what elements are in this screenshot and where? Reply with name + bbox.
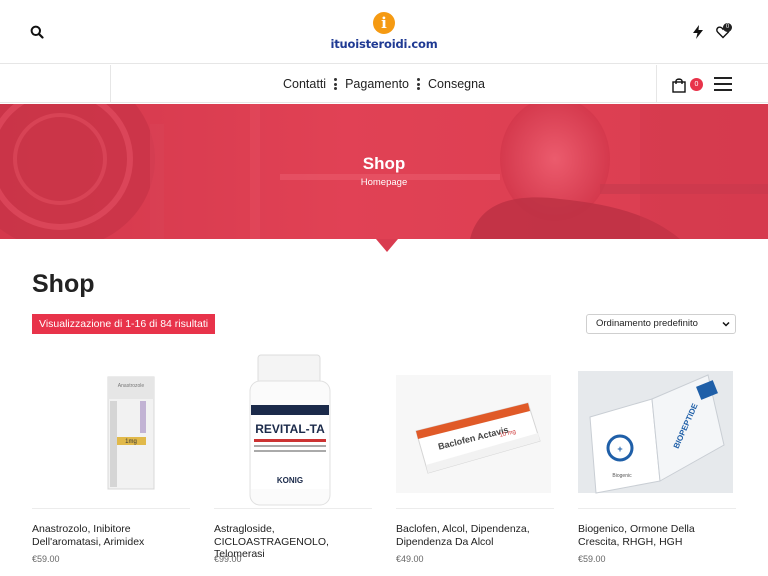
ordering-select[interactable]: Ordinamento predefinito bbox=[586, 314, 736, 334]
nav-item-contatti[interactable]: Contatti bbox=[283, 65, 326, 103]
bolt-icon[interactable] bbox=[692, 25, 704, 39]
nav-item-consegna[interactable]: Consegna bbox=[428, 65, 485, 103]
hero-pointer-arrow bbox=[376, 239, 398, 252]
menu-separator-icon bbox=[417, 78, 421, 90]
product-price: €49.00 bbox=[396, 554, 424, 564]
product-card[interactable]: REVITAL-TA KONIG Astragloside, CICLOASTR… bbox=[214, 353, 372, 576]
product-card[interactable]: Anastrozole 1mg Anastrozolo, Inibitore D… bbox=[32, 353, 190, 576]
breadcrumb[interactable]: Homepage bbox=[0, 177, 768, 188]
svg-text:REVITAL-TA: REVITAL-TA bbox=[255, 422, 325, 436]
nav-item-pagamento[interactable]: Pagamento bbox=[345, 65, 409, 103]
ordering-value: Ordinamento predefinito bbox=[596, 318, 698, 329]
hero-title: Shop bbox=[362, 154, 406, 173]
info-logo-icon: i bbox=[373, 12, 395, 34]
svg-text:Anastrozole: Anastrozole bbox=[118, 383, 145, 389]
result-count: Visualizzazione di 1-16 di 84 risultati bbox=[32, 314, 216, 334]
product-image[interactable]: REVITAL-TA KONIG bbox=[214, 353, 372, 509]
hamburger-menu-icon[interactable] bbox=[714, 76, 732, 92]
main-nav-bar: Contatti Pagamento Consegna 0 bbox=[0, 65, 768, 103]
svg-text:+: + bbox=[617, 444, 622, 454]
product-card[interactable]: + BIOPEPTIDE Biogenic Biogenico, Ormone … bbox=[578, 353, 736, 576]
svg-text:1mg: 1mg bbox=[125, 439, 137, 445]
page-hero-banner: Shop Homepage bbox=[0, 104, 768, 239]
product-price: €59.00 bbox=[32, 554, 60, 564]
cart-count-badge: 0 bbox=[690, 78, 703, 91]
shopping-bag-icon[interactable] bbox=[671, 77, 687, 93]
svg-text:KONIG: KONIG bbox=[277, 476, 303, 485]
product-title[interactable]: Biogenico, Ormone Della Crescita, RHGH, … bbox=[578, 523, 736, 548]
main-menu: Contatti Pagamento Consegna bbox=[0, 65, 768, 103]
wishlist-count-badge: 0 bbox=[723, 23, 732, 32]
product-price: €99.00 bbox=[214, 554, 242, 564]
product-price: €59.00 bbox=[578, 554, 606, 564]
page-title: Shop bbox=[32, 270, 95, 298]
product-image[interactable]: + BIOPEPTIDE Biogenic bbox=[578, 353, 736, 509]
product-image[interactable]: Baclofen Actavis 10 mg bbox=[396, 353, 554, 509]
site-logo[interactable]: i ituoisteroidi.com bbox=[322, 12, 446, 56]
svg-text:Biogenic: Biogenic bbox=[612, 473, 632, 479]
product-title[interactable]: Baclofen, Alcol, Dipendenza, Dipendenza … bbox=[396, 523, 554, 548]
top-header: i ituoisteroidi.com 0 bbox=[0, 0, 768, 64]
product-card[interactable]: Baclofen Actavis 10 mg Baclofen, Alcol, … bbox=[396, 353, 554, 576]
product-title[interactable]: Anastrozolo, Inibitore Dell'aromatasi, A… bbox=[32, 523, 190, 548]
chevron-down-icon bbox=[722, 321, 730, 327]
product-image[interactable]: Anastrozole 1mg bbox=[32, 353, 190, 509]
logo-text: ituoisteroidi.com bbox=[330, 37, 438, 51]
menu-separator-icon bbox=[334, 78, 338, 90]
search-icon[interactable] bbox=[30, 25, 44, 39]
